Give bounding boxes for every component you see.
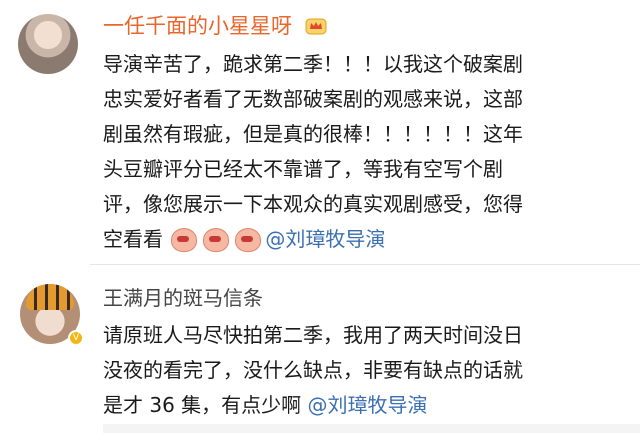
comment-line: 忠实爱好者看了无数部破案剧的观感来说，这部 — [103, 87, 523, 111]
emoji-icon — [169, 226, 198, 252]
comment-text: 请原班人马尽快拍第二季，我用了两天时间没日 没夜的看完了，没什么缺点，非要有缺点… — [103, 318, 613, 423]
comment-line: 导演辛苦了，跪求第二季！！！以我这个破案剧 — [103, 52, 523, 76]
comment-line: 评，像您展示一下本观众的真实观剧感受，您得 — [103, 192, 523, 216]
comment-line: 请原班人马尽快拍第二季，我用了两天时间没日 — [103, 323, 523, 347]
mention-link[interactable]: @刘璋牧导演 — [265, 227, 385, 251]
verified-badge-icon: V — [68, 330, 84, 346]
comment-line: 没夜的看完了，没什么缺点，非要有缺点的话就 — [103, 358, 523, 382]
divider — [90, 264, 640, 265]
username[interactable]: 王满月的斑马信条 — [103, 282, 263, 311]
hat-icon — [26, 284, 74, 310]
comment-text: 导演辛苦了，跪求第二季！！！以我这个破案剧 忠实爱好者看了无数部破案剧的观感来说… — [103, 47, 613, 257]
username[interactable]: 一任千面的小星星呀 — [103, 10, 327, 40]
emoji-icon — [201, 226, 230, 252]
comment-line: 头豆瓣评分已经太不靠谱了，等我有空写个剧 — [103, 157, 503, 181]
bottom-divider — [103, 424, 640, 433]
username-label[interactable]: 一任千面的小星星呀 — [103, 14, 292, 38]
comment-line: 剧虽然有瑕疵，但是真的很棒！！！！！！这年 — [103, 122, 523, 146]
comment-1: 一任千面的小星星呀 导演辛苦了，跪求第二季！！！以我这个破案剧 忠实爱好者看了无… — [0, 0, 640, 262]
comment-2: V 王满月的斑马信条 请原班人马尽快拍第二季，我用了两天时间没日 没夜的看完了，… — [0, 268, 640, 433]
comment-line: 是才 36 集，有点少啊 — [103, 393, 302, 417]
comment-line-last: 空看看 @刘璋牧导演 — [103, 222, 613, 257]
comment-line: 空看看 — [103, 227, 163, 251]
emoji-icon — [233, 226, 262, 252]
comment-line-last: 是才 36 集，有点少啊 @刘璋牧导演 — [103, 388, 613, 423]
crown-badge-icon — [305, 18, 327, 35]
mention-link[interactable]: @刘璋牧导演 — [308, 393, 428, 417]
avatar[interactable] — [18, 14, 78, 74]
